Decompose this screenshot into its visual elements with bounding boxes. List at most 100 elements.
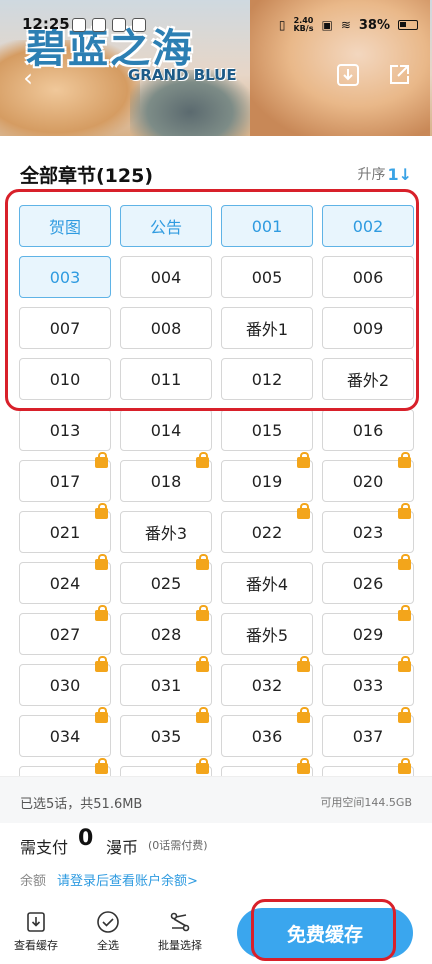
chapter-item[interactable]: 002 bbox=[322, 205, 414, 247]
balance-login-link[interactable]: 请登录后查看账户余额> bbox=[57, 870, 198, 889]
chapter-item[interactable]: 番外1 bbox=[221, 307, 313, 349]
chapter-item[interactable]: 026 bbox=[322, 554, 414, 604]
chapter-label: 001 bbox=[251, 216, 283, 236]
chapter-label: 032 bbox=[251, 675, 283, 695]
chapter-item[interactable]: 023 bbox=[322, 503, 414, 553]
lock-icon bbox=[297, 452, 310, 468]
chapter-label: 011 bbox=[150, 369, 182, 389]
check-circle-icon bbox=[97, 911, 119, 933]
chapter-item[interactable]: 034 bbox=[19, 707, 111, 757]
download-folder-icon bbox=[27, 912, 45, 932]
sort-toggle[interactable]: 升序 1↓ bbox=[357, 164, 412, 184]
batch-select-button[interactable]: 批量选择 bbox=[150, 910, 210, 953]
chapter-section-title: 全部章节(125) bbox=[20, 165, 154, 187]
chapter-item[interactable]: 027 bbox=[19, 605, 111, 655]
chapter-label: 028 bbox=[150, 624, 182, 644]
free-cache-button[interactable]: 免费缓存 bbox=[237, 908, 413, 958]
chapter-label: 007 bbox=[49, 318, 81, 338]
chapter-item[interactable]: 008 bbox=[120, 307, 212, 349]
chapter-label: 021 bbox=[49, 522, 81, 542]
chapter-item[interactable]: 032 bbox=[221, 656, 313, 706]
chapter-item[interactable]: 031 bbox=[120, 656, 212, 706]
chapter-label: 015 bbox=[251, 420, 283, 440]
wifi-icon: ≋ bbox=[340, 18, 351, 32]
chapter-item[interactable]: 016 bbox=[322, 409, 414, 451]
chapter-label: 023 bbox=[352, 522, 384, 542]
chapter-label: 013 bbox=[49, 420, 81, 440]
status-indicators: ▯ 2.40 KB/s ▣ ≋ 38% bbox=[279, 17, 418, 33]
lock-icon bbox=[398, 503, 411, 519]
chapter-item[interactable]: 010 bbox=[19, 358, 111, 400]
status-bar: 12:25 ▯ 2.40 KB/s ▣ ≋ 38% bbox=[0, 0, 432, 44]
chapter-item[interactable]: 036 bbox=[221, 707, 313, 757]
status-app-icons bbox=[72, 18, 146, 32]
chapter-item[interactable]: 009 bbox=[322, 307, 414, 349]
chapter-item[interactable]: 005 bbox=[221, 256, 313, 298]
status-time: 12:25 bbox=[22, 15, 70, 33]
chapter-item[interactable]: 030 bbox=[19, 656, 111, 706]
chapter-item[interactable]: 017 bbox=[19, 452, 111, 502]
comic-logo-subtitle: GRAND BLUE bbox=[128, 66, 237, 84]
chapter-item[interactable]: 番外4 bbox=[221, 562, 313, 604]
lock-icon bbox=[398, 758, 411, 774]
chapter-item[interactable]: 番外2 bbox=[322, 358, 414, 400]
chapter-item[interactable]: 番外3 bbox=[120, 511, 212, 553]
chapter-label: 035 bbox=[150, 726, 182, 746]
lock-icon bbox=[95, 758, 108, 774]
chapter-item[interactable]: 012 bbox=[221, 358, 313, 400]
lock-icon bbox=[398, 656, 411, 672]
chapter-item[interactable]: 037 bbox=[322, 707, 414, 757]
chapter-item[interactable]: 004 bbox=[120, 256, 212, 298]
download-icon[interactable] bbox=[334, 62, 362, 90]
chapter-item[interactable]: 006 bbox=[322, 256, 414, 298]
chapter-label: 014 bbox=[150, 420, 182, 440]
chapter-item[interactable]: 013 bbox=[19, 409, 111, 451]
chapter-item[interactable]: 020 bbox=[322, 452, 414, 502]
share-icon[interactable] bbox=[385, 62, 413, 90]
chapter-item[interactable]: 番外5 bbox=[221, 613, 313, 655]
chapter-item[interactable]: 025 bbox=[120, 554, 212, 604]
chapter-label: 026 bbox=[352, 573, 384, 593]
chapter-label: 番外1 bbox=[245, 320, 289, 339]
chapter-label: 033 bbox=[352, 675, 384, 695]
lock-icon bbox=[95, 656, 108, 672]
chapter-item[interactable]: 公告 bbox=[120, 205, 212, 247]
chapter-item[interactable]: 028 bbox=[120, 605, 212, 655]
mail-notification-icon bbox=[132, 18, 146, 32]
chapter-item[interactable]: 021 bbox=[19, 503, 111, 553]
chapter-label: 036 bbox=[251, 726, 283, 746]
sim-off-icon: ▣ bbox=[321, 18, 333, 32]
chapter-label: 029 bbox=[352, 624, 384, 644]
chapter-label: 025 bbox=[150, 573, 182, 593]
selection-info: 已选5话，共51.6MB bbox=[20, 797, 143, 812]
lock-icon bbox=[297, 503, 310, 519]
select-all-button[interactable]: 全选 bbox=[78, 910, 138, 953]
chapter-item[interactable]: 贺图 bbox=[19, 205, 111, 247]
chapter-item[interactable]: 019 bbox=[221, 452, 313, 502]
chapter-label: 003 bbox=[49, 267, 81, 287]
chapter-item[interactable]: 029 bbox=[322, 605, 414, 655]
chapter-item[interactable]: 033 bbox=[322, 656, 414, 706]
chapter-label: 012 bbox=[251, 369, 283, 389]
chapter-label: 005 bbox=[251, 267, 283, 287]
chapter-item[interactable]: 011 bbox=[120, 358, 212, 400]
back-arrow-icon[interactable]: ‹ bbox=[14, 64, 42, 92]
selection-info-bar: 已选5话，共51.6MB 可用空间144.5GB bbox=[0, 777, 432, 823]
lock-icon bbox=[95, 707, 108, 723]
chapter-label: 016 bbox=[352, 420, 384, 440]
chapter-item[interactable]: 001 bbox=[221, 205, 313, 247]
chapter-item[interactable]: 003 bbox=[19, 256, 111, 298]
chapter-item[interactable]: 024 bbox=[19, 554, 111, 604]
chapter-item[interactable]: 014 bbox=[120, 409, 212, 451]
chapter-item[interactable]: 035 bbox=[120, 707, 212, 757]
lock-icon bbox=[398, 554, 411, 570]
view-cache-button[interactable]: 查看缓存 bbox=[6, 910, 66, 953]
chapter-item[interactable]: 018 bbox=[120, 452, 212, 502]
sort-order-icon: 1↓ bbox=[387, 164, 412, 184]
chapter-item[interactable]: 022 bbox=[221, 503, 313, 553]
lock-icon bbox=[95, 605, 108, 621]
lock-icon bbox=[297, 656, 310, 672]
chapter-item[interactable]: 015 bbox=[221, 409, 313, 451]
chapter-item[interactable]: 007 bbox=[19, 307, 111, 349]
balance-label: 余额 bbox=[20, 874, 47, 889]
